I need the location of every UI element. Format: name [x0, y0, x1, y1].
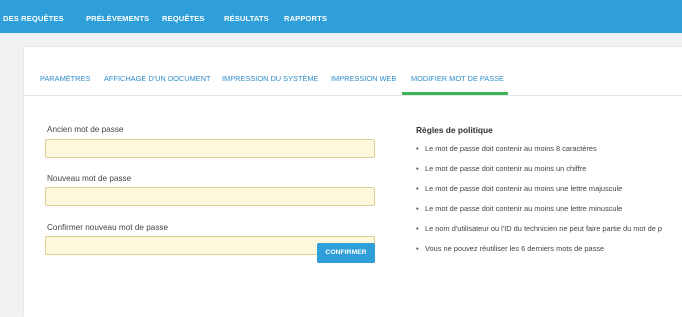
- policy-rule-text: Le nom d'utilisateur ou l'ID du technici…: [425, 224, 663, 233]
- policy-rule: • Le mot de passe doit contenir au moins …: [416, 203, 622, 215]
- new-password-label: Nouveau mot de passe: [47, 174, 132, 183]
- bullet-icon: •: [416, 204, 419, 213]
- top-navigation-bar: DES REQUÊTES PRÉLÈVEMENTS REQUÊTES RÉSUL…: [0, 0, 682, 33]
- confirm-password-label: Confirmer nouveau mot de passe: [47, 223, 169, 232]
- tabs-divider: [24, 95, 682, 96]
- policy-rule-text: Le mot de passe doit contenir au moins u…: [425, 204, 623, 213]
- policy-rule: • Vous ne pouvez réutiliser les 6 dernier…: [416, 243, 604, 255]
- policy-rules-title: Règles de politique: [416, 125, 493, 135]
- policy-rule-text: Le mot de passe doit contenir au moins u…: [425, 184, 623, 193]
- policy-rule-text: Le mot de passe doit contenir au moins 8…: [425, 144, 597, 153]
- bullet-icon: •: [416, 184, 419, 193]
- nav-item-requests-list[interactable]: DES REQUÊTES: [3, 12, 64, 26]
- tab-change-password[interactable]: MODIFIER MOT DE PASSE: [411, 72, 504, 86]
- bullet-icon: •: [416, 224, 419, 233]
- bullet-icon: •: [416, 144, 419, 153]
- nav-item-results[interactable]: RÉSULTATS: [224, 12, 269, 26]
- tab-document-display[interactable]: AFFICHAGE D'UN DOCUMENT: [104, 72, 211, 86]
- new-password-input[interactable]: [45, 187, 375, 206]
- policy-rule-text: Vous ne pouvez réutiliser les 6 derniers…: [425, 244, 605, 253]
- policy-rule: • Le nom d'utilisateur ou l'ID du technic…: [416, 223, 662, 235]
- nav-item-samples[interactable]: PRÉLÈVEMENTS: [86, 12, 149, 26]
- policy-rule: • Le mot de passe doit contenir au moins …: [416, 143, 597, 155]
- old-password-label: Ancien mot de passe: [47, 125, 124, 134]
- bullet-icon: •: [416, 244, 419, 253]
- policy-rule-text: Le mot de passe doit contenir au moins u…: [425, 164, 587, 173]
- confirm-button[interactable]: CONFIRMER: [317, 243, 375, 263]
- bullet-icon: •: [416, 164, 419, 173]
- active-tab-indicator: [402, 92, 508, 95]
- nav-item-requests[interactable]: REQUÊTES: [162, 12, 205, 26]
- tab-parameters[interactable]: PARAMÈTRES: [40, 72, 90, 86]
- old-password-input[interactable]: [45, 139, 375, 158]
- policy-rule: • Le mot de passe doit contenir au moins …: [416, 163, 586, 175]
- policy-rule: • Le mot de passe doit contenir au moins …: [416, 183, 622, 195]
- nav-item-reports[interactable]: RAPPORTS: [284, 12, 327, 26]
- tab-web-printing[interactable]: IMPRESSION WEB: [331, 72, 396, 86]
- tab-system-printing[interactable]: IMPRESSION DU SYSTÈME: [222, 72, 319, 86]
